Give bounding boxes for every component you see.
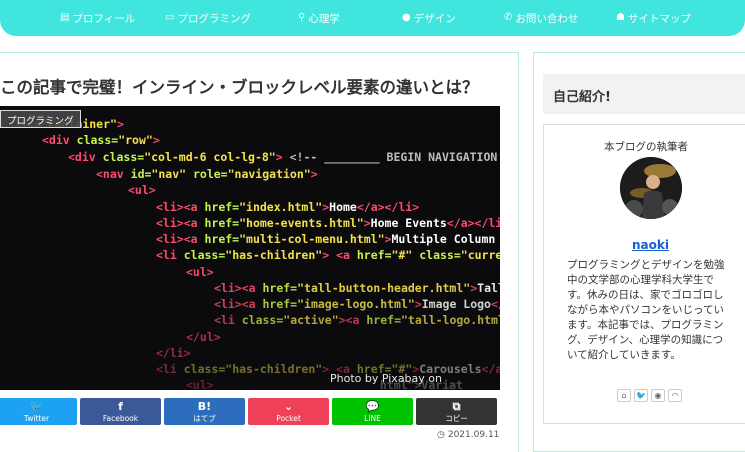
share-line-button[interactable]: 💬 LINE xyxy=(332,398,413,425)
nav-item-label: 心理学 xyxy=(308,12,340,25)
share-hatena-button[interactable]: B! はてブ xyxy=(164,398,245,425)
phone-icon: ✆ xyxy=(504,12,513,23)
profile-name-link[interactable]: naoki xyxy=(632,238,669,252)
brain-icon: ⚲ xyxy=(298,12,306,23)
copy-icon: ⧉ xyxy=(452,399,461,413)
share-twitter-button[interactable]: 🐦 Twitter xyxy=(0,398,77,425)
nav-item-programming[interactable]: ▭ プログラミング xyxy=(165,10,251,26)
category-label[interactable]: プログラミング xyxy=(0,110,81,128)
twitter-icon[interactable]: 🐦 xyxy=(634,389,648,402)
id-card-icon: ▤ xyxy=(60,12,70,23)
nav-item-design[interactable]: ● デザイン xyxy=(402,10,456,26)
nav-item-label: プロフィール xyxy=(72,12,136,25)
rss-icon[interactable]: ◠ xyxy=(668,389,682,402)
nav-item-profile[interactable]: ▤ プロフィール xyxy=(60,10,135,26)
eyecatch-image: ss="container"> <div class="row"> <div c… xyxy=(0,106,500,390)
clock-icon: ◷ xyxy=(437,430,445,440)
share-pocket-button[interactable]: ⌄ Pocket xyxy=(248,398,329,425)
monitor-icon: ▭ xyxy=(165,12,175,23)
nav-item-contact[interactable]: ✆ お問い合わせ xyxy=(504,10,578,26)
profile-description: プログラミングとデザインを勉強中の文学部の心理学科大学生です。休みの日は、家でゴ… xyxy=(567,259,725,361)
twitter-icon: 🐦 xyxy=(29,399,44,413)
global-nav: ▤ プロフィール ▭ プログラミング ⚲ 心理学 ● デザイン ✆ お問い合わせ… xyxy=(0,0,745,36)
profile-label: 本ブログの執筆者 xyxy=(604,141,688,153)
nav-item-label: プログラミング xyxy=(177,12,251,25)
nav-item-psychology[interactable]: ⚲ 心理学 xyxy=(298,10,340,26)
publish-date: ◷ 2021.09.11 xyxy=(437,430,500,440)
avatar xyxy=(620,157,682,219)
share-facebook-button[interactable]: f Facebook xyxy=(80,398,161,425)
sidebar-heading: 自己紹介! xyxy=(543,74,745,114)
hatena-icon: B! xyxy=(197,399,212,413)
share-copy-button[interactable]: ⧉ コピー xyxy=(416,398,497,425)
nav-item-label: サイトマップ xyxy=(627,12,691,25)
nav-item-label: お問い合わせ xyxy=(515,12,579,25)
sitemap-icon: ☗ xyxy=(616,12,625,23)
nav-item-label: デザイン xyxy=(413,12,456,25)
facebook-icon: f xyxy=(118,399,123,413)
nav-item-sitemap[interactable]: ☗ サイトマップ xyxy=(616,10,691,26)
image-credit: Photo by Pixabay on xyxy=(330,372,442,385)
pocket-icon[interactable]: ◉ xyxy=(651,389,665,402)
line-icon: 💬 xyxy=(365,399,380,413)
article-title: この記事で完璧！インライン・ブロックレベル要素の違いとは？ xyxy=(0,78,479,97)
palette-icon: ● xyxy=(402,12,411,23)
pocket-icon: ⌄ xyxy=(283,399,294,413)
home-icon[interactable]: ⌂ xyxy=(617,389,631,402)
